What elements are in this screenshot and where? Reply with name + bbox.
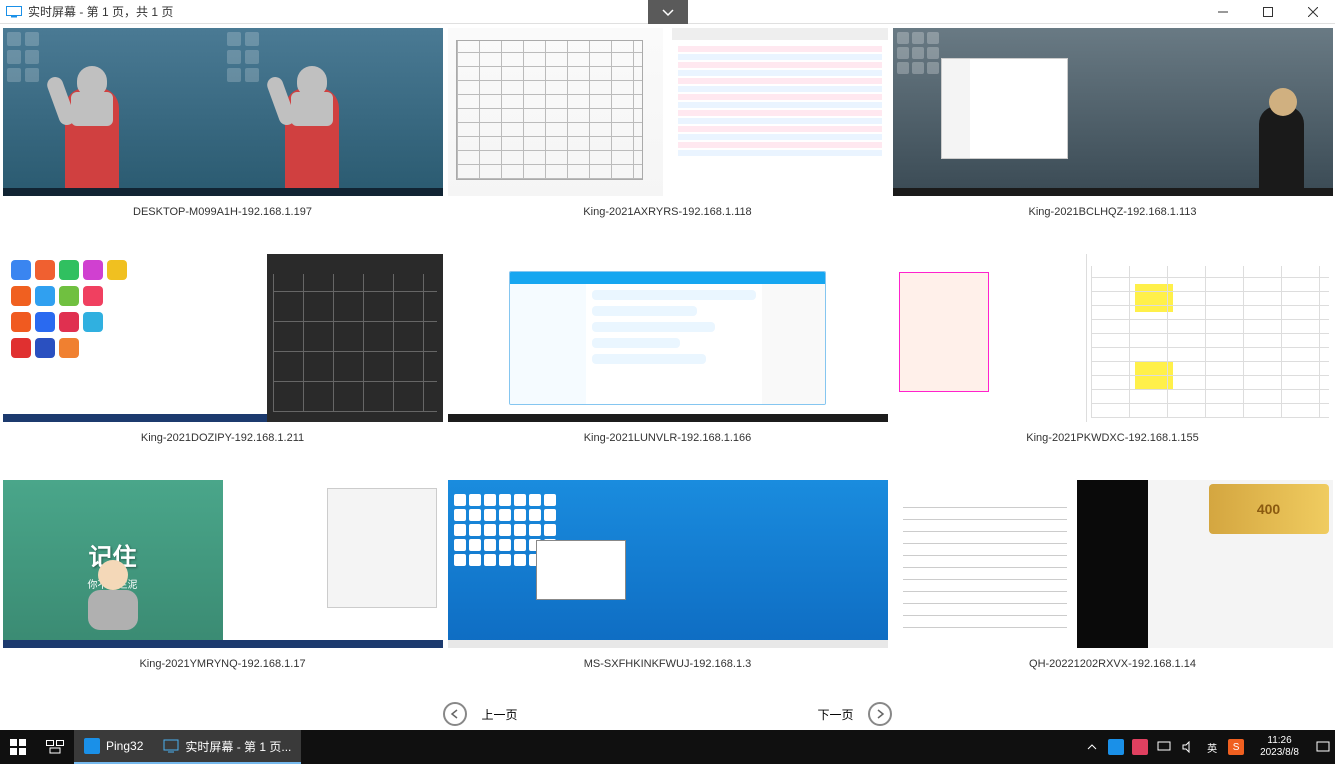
monitor-icon (163, 739, 179, 753)
app-icon (84, 738, 100, 754)
screen-label: King-2021PKWDXC-192.168.1.155 (1026, 422, 1198, 476)
taskbar-app-label: 实时屏幕 - 第 1 页... (185, 738, 291, 755)
tray-ime-icon[interactable]: 英 (1204, 739, 1220, 755)
screen-thumbnail[interactable] (448, 480, 888, 648)
minimize-button[interactable] (1200, 0, 1245, 24)
tray-network-icon[interactable] (1156, 739, 1172, 755)
screen-thumbnail[interactable] (448, 28, 888, 196)
screen-thumbnail[interactable] (3, 28, 443, 196)
tray-up-icon[interactable] (1084, 739, 1100, 755)
screen-tile: King-2021PKWDXC-192.168.1.155 (892, 254, 1333, 476)
tray-volume-icon[interactable] (1180, 739, 1196, 755)
task-view-button[interactable] (36, 730, 74, 764)
prev-label: 上一页 (481, 706, 517, 723)
system-tray: 英 S 11:26 2023/8/8 (1084, 735, 1335, 759)
arrow-right-icon (868, 702, 892, 726)
next-label: 下一页 (818, 706, 854, 723)
screen-tile: 400 QH-20221202RXVX-192.168.1.14 (892, 480, 1333, 702)
arrow-left-icon (443, 702, 467, 726)
tray-sogou-icon[interactable]: S (1228, 739, 1244, 755)
taskbar-app-ping32[interactable]: Ping32 (74, 730, 153, 764)
screen-label: King-2021LUNVLR-192.168.1.166 (584, 422, 752, 476)
screen-thumbnail[interactable] (448, 254, 888, 422)
screen-tile: DESKTOP-M099A1H-192.168.1.197 (2, 28, 443, 250)
screen-tile: King-2021LUNVLR-192.168.1.166 (447, 254, 888, 476)
screen-label: King-2021YMRYNQ-192.168.1.17 (139, 648, 305, 702)
screen-label: MS-SXFHKINKFWUJ-192.168.1.3 (584, 648, 752, 702)
monitor-icon (6, 6, 22, 18)
screen-thumbnail[interactable] (893, 28, 1333, 196)
taskbar-clock[interactable]: 11:26 2023/8/8 (1252, 735, 1307, 759)
screen-label: King-2021BCLHQZ-192.168.1.113 (1029, 196, 1197, 250)
collapse-button[interactable] (648, 0, 688, 24)
screen-tile: King-2021AXRYRS-192.168.1.118 (447, 28, 888, 250)
screen-label: QH-20221202RXVX-192.168.1.14 (1029, 648, 1196, 702)
tray-app-icon[interactable] (1132, 739, 1148, 755)
screen-thumbnail[interactable]: 记住 你不是烂泥 (3, 480, 443, 648)
screen-label: King-2021DOZIPY-192.168.1.211 (141, 422, 304, 476)
maximize-button[interactable] (1245, 0, 1290, 24)
screen-tile: 记住 你不是烂泥 King-2021YMRYNQ-192.168.1.17 (2, 480, 443, 702)
notifications-icon[interactable] (1315, 739, 1331, 755)
pager: 上一页 下一页 (0, 702, 1335, 726)
taskbar-app-realtime[interactable]: 实时屏幕 - 第 1 页... (153, 730, 301, 764)
screen-thumbnail[interactable] (893, 254, 1333, 422)
screen-label: DESKTOP-M099A1H-192.168.1.197 (133, 196, 312, 250)
date-text: 2023/8/8 (1260, 747, 1299, 759)
screen-thumbnail[interactable]: 400 (893, 480, 1333, 648)
screen-tile: King-2021BCLHQZ-192.168.1.113 (892, 28, 1333, 250)
prev-page-button[interactable]: 上一页 (443, 702, 517, 726)
screen-grid: DESKTOP-M099A1H-192.168.1.197 King-2021A… (0, 24, 1335, 702)
screen-label: King-2021AXRYRS-192.168.1.118 (583, 196, 751, 250)
screen-tile: King-2021DOZIPY-192.168.1.211 (2, 254, 443, 476)
screen-thumbnail[interactable] (3, 254, 443, 422)
taskbar-app-label: Ping32 (106, 739, 143, 753)
next-page-button[interactable]: 下一页 (818, 702, 892, 726)
banner-text: 400 (1209, 484, 1329, 534)
titlebar: 实时屏幕 - 第 1 页，共 1 页 (0, 0, 1335, 24)
window-title: 实时屏幕 - 第 1 页，共 1 页 (28, 3, 173, 20)
start-button[interactable] (0, 730, 36, 764)
time-text: 11:26 (1260, 735, 1299, 747)
tray-security-icon[interactable] (1108, 739, 1124, 755)
screen-tile: MS-SXFHKINKFWUJ-192.168.1.3 (447, 480, 888, 702)
taskbar: Ping32 实时屏幕 - 第 1 页... 英 S 11:26 2023/8/… (0, 730, 1335, 764)
close-button[interactable] (1290, 0, 1335, 24)
